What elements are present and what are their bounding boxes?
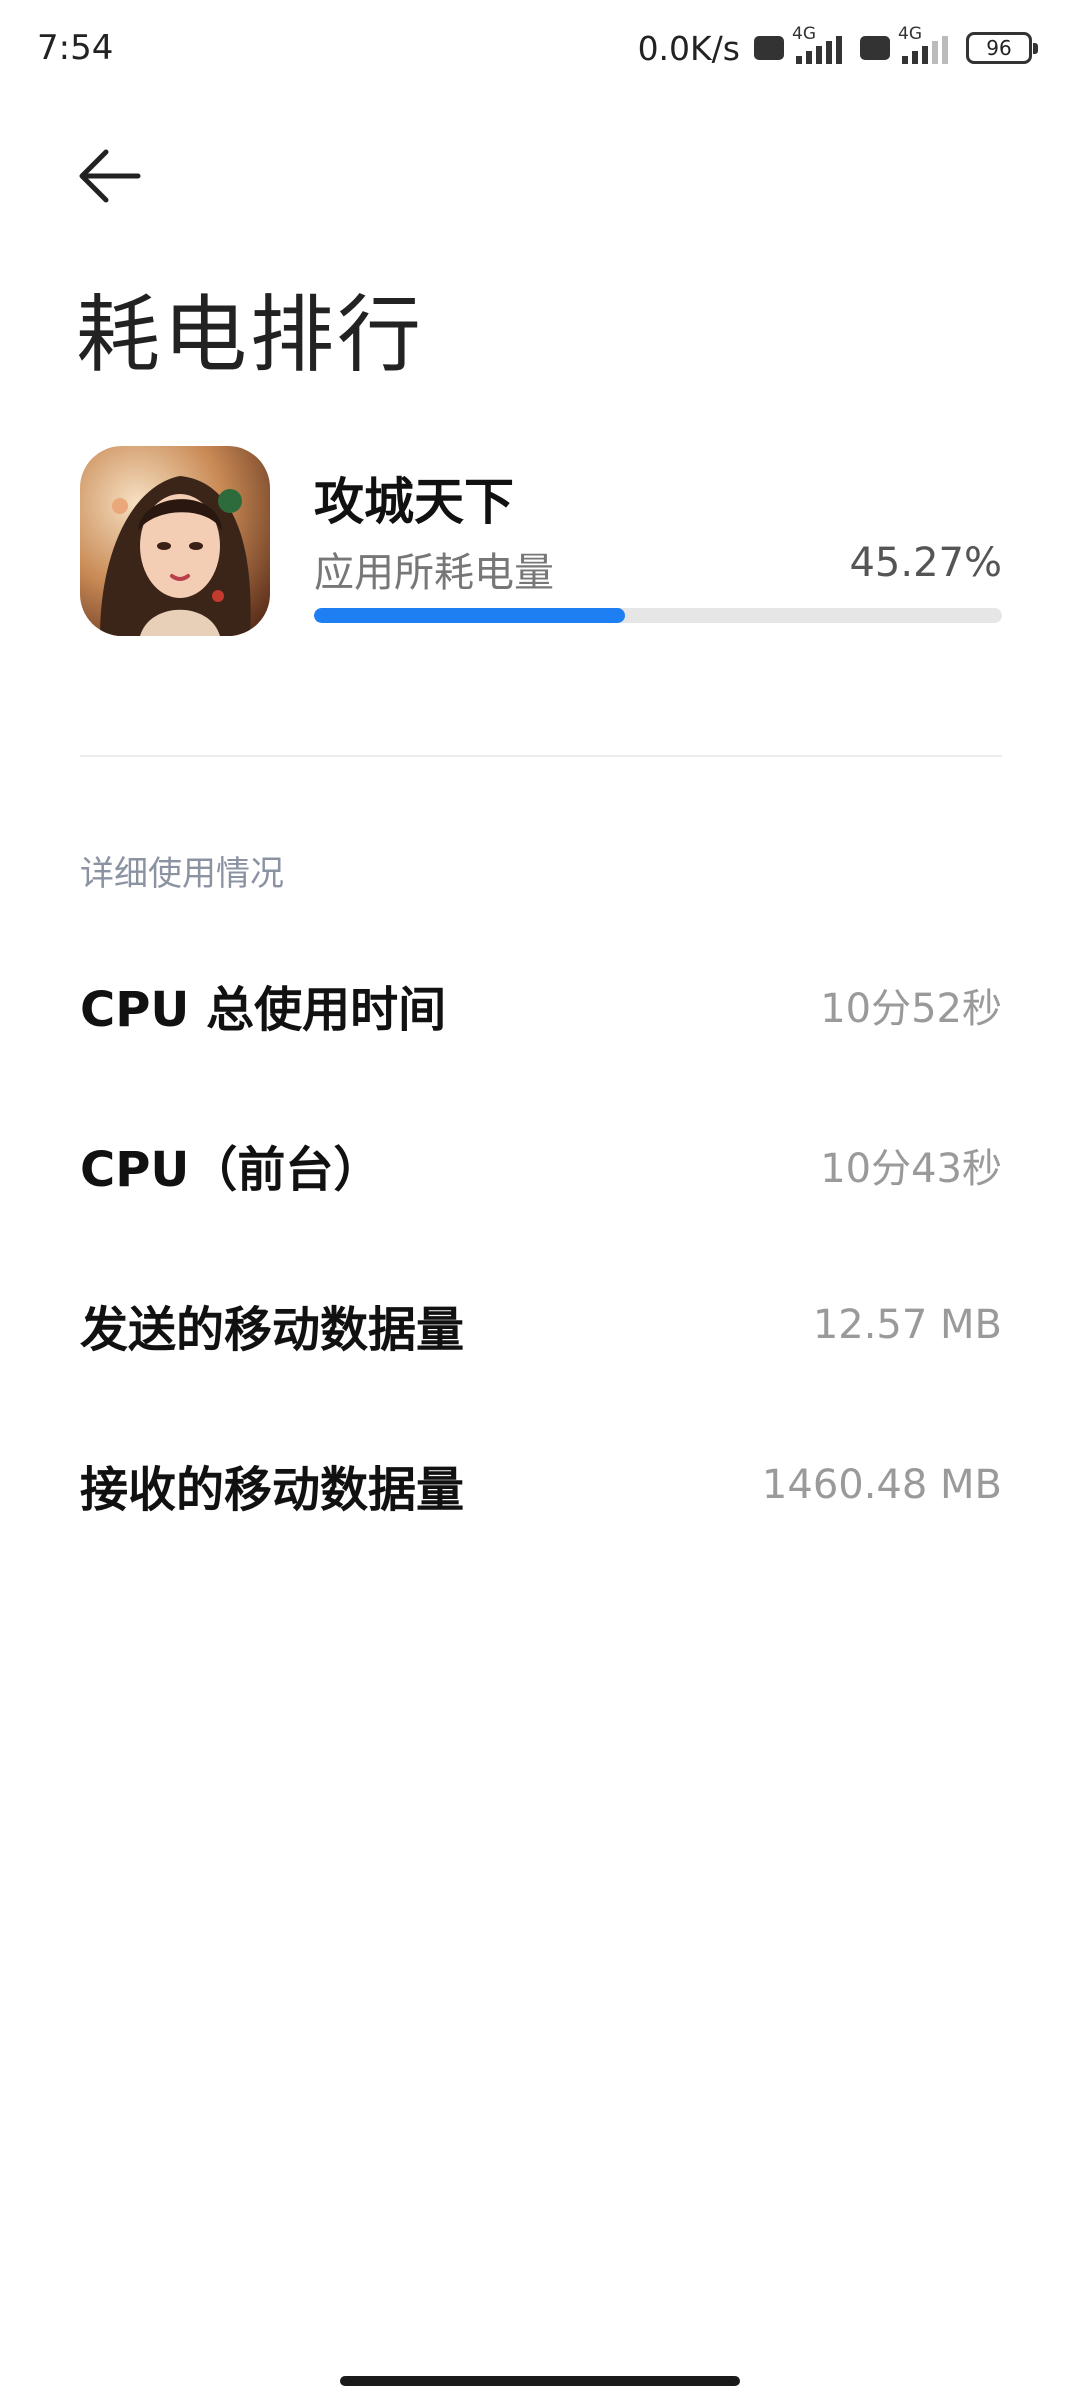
network-speed: 0.0K/s [637,28,740,68]
signal-icon-sim1: 4G [792,24,846,66]
detail-value: 10分43秒 [820,1146,1002,1192]
battery-icon: 96 [966,32,1038,64]
app-name: 攻城天下 [314,473,514,531]
detail-row-cpu-total: CPU 总使用时间 10分52秒 [80,950,1002,1060]
battery-level: 96 [986,36,1012,60]
detail-row-data-received: 接收的移动数据量 1460.48 MB [80,1430,1002,1540]
battery-usage-progress [314,608,1002,623]
detail-label: CPU 总使用时间 [80,982,447,1038]
app-icon [80,446,270,636]
page-title: 耗电排行 [76,286,425,384]
usage-percent: 45.27% [849,540,1002,586]
detail-label: 发送的移动数据量 [80,1302,465,1358]
usage-label: 应用所耗电量 [314,550,554,596]
detail-value: 10分52秒 [820,986,1002,1032]
divider [80,755,1002,757]
detail-label: 接收的移动数据量 [80,1462,465,1518]
screen: 7:54 0.0K/s 4G 4G 96 耗电排行 攻城天下 应用所耗电量 45… [0,0,1080,2400]
hd-icon [860,36,890,60]
back-button[interactable] [70,140,150,220]
battery-usage-progress-fill [314,608,626,623]
status-time: 7:54 [37,28,114,68]
signal-icon-sim2: 4G [898,24,952,66]
home-indicator[interactable] [340,2376,740,2386]
back-arrow-icon [79,149,141,203]
status-indicators: 0.0K/s 4G 4G 96 [637,24,1038,70]
detail-label: CPU（前台） [80,1142,382,1198]
hd-icon [754,36,784,60]
detail-row-data-sent: 发送的移动数据量 12.57 MB [80,1270,1002,1380]
status-bar: 7:54 0.0K/s 4G 4G 96 [0,0,1080,96]
detail-row-cpu-foreground: CPU（前台） 10分43秒 [80,1110,1002,1220]
detail-value: 12.57 MB [812,1302,1002,1348]
details-section-header: 详细使用情况 [80,854,284,894]
detail-value: 1460.48 MB [761,1462,1002,1508]
